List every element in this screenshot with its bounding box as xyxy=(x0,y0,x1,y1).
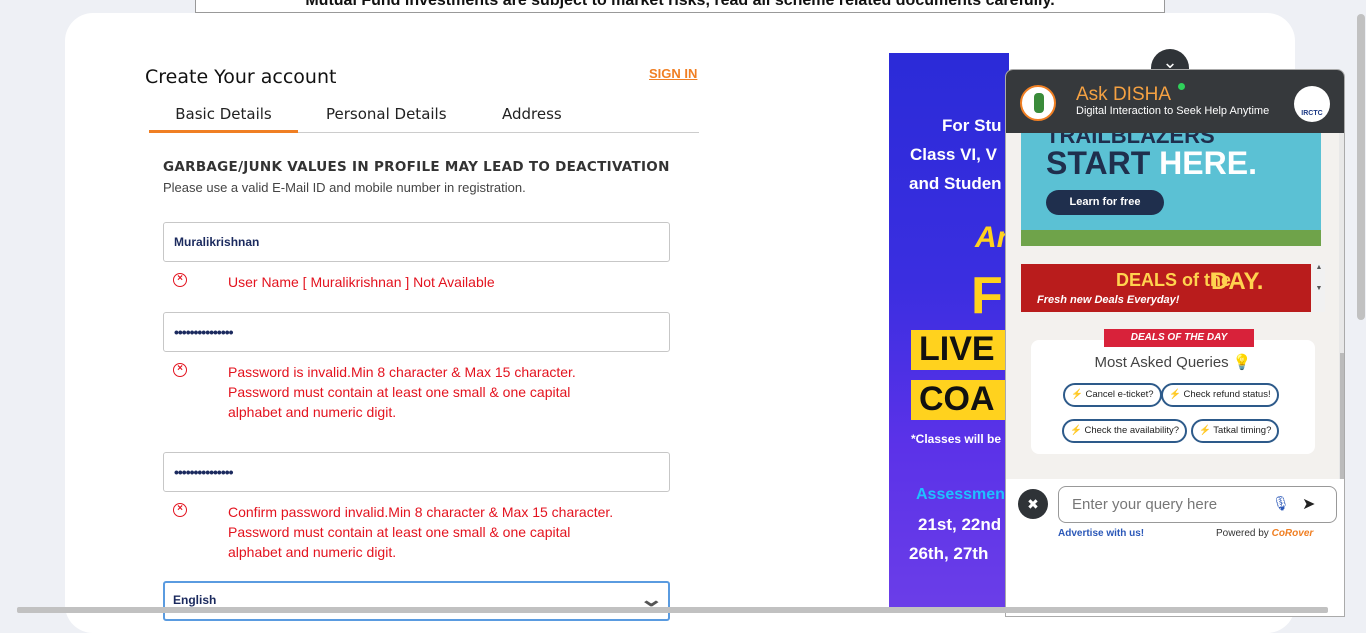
deals-banner[interactable]: DEALS of the DAY. Fresh new Deals Everyd… xyxy=(1021,264,1311,312)
chip-refund-status[interactable]: ⚡ Check refund status! xyxy=(1161,383,1279,407)
confirm-error-line-3: alphabet and numeric digit. xyxy=(228,544,397,560)
close-chat-button[interactable]: ✖ xyxy=(1018,489,1048,519)
ad-script: An xyxy=(975,221,1009,254)
chip-cancel-eticket[interactable]: ⚡ Cancel e-ticket? xyxy=(1063,383,1162,407)
queries-title: Most Asked Queries 💡 xyxy=(1094,354,1252,371)
page-scrollbar[interactable] xyxy=(1357,14,1365,320)
powered-by: Powered by CoRover xyxy=(1216,528,1314,539)
error-icon: × xyxy=(173,363,187,377)
chip-tatkal-timing[interactable]: ⚡ Tatkal timing? xyxy=(1191,419,1280,443)
ad-dates-1: 21st, 22nd xyxy=(918,515,1002,534)
ad-line-1: For Stu xyxy=(942,116,1002,135)
chat-subtitle: Digital Interaction to Seek Help Anytime xyxy=(1076,105,1270,117)
password-error-line-3: alphabet and numeric digit. xyxy=(228,404,397,420)
send-icon[interactable]: ➤ xyxy=(1302,494,1315,514)
disha-logo xyxy=(1020,85,1056,121)
password-error-line-1: Password is invalid.Min 8 character & Ma… xyxy=(228,364,576,380)
warning-title: GARBAGE/JUNK VALUES IN PROFILE MAY LEAD … xyxy=(163,159,670,175)
tab-personal-details[interactable]: Personal Details xyxy=(326,105,447,123)
chat-title: Ask DISHA xyxy=(1076,84,1172,105)
chat-body: TRAILBLAZERS START HERE. Learn for free … xyxy=(1006,133,1344,479)
page-title: Create Your account xyxy=(145,66,337,88)
deals-day: DAY. xyxy=(1211,268,1264,295)
ad-dates-2: 26th, 27th xyxy=(909,544,989,563)
deals-ribbon: DEALS OF THE DAY xyxy=(1104,329,1254,347)
ad-banner[interactable]: For Stu Class VI, V and Studen An F LIVE… xyxy=(889,53,1009,613)
ad-line-3: and Studen xyxy=(909,174,1002,193)
advertise-link[interactable]: Advertise with us! xyxy=(1058,528,1144,539)
username-field[interactable]: Muralikrishnan xyxy=(163,222,670,262)
promo-banner[interactable]: TRAILBLAZERS START HERE. Learn for free xyxy=(1021,133,1321,246)
chat-scrollbar[interactable] xyxy=(1339,133,1344,479)
chip-check-availability[interactable]: ⚡ Check the availability? xyxy=(1062,419,1187,443)
tab-basic-details[interactable]: Basic Details xyxy=(149,105,298,133)
warning-subtitle: Please use a valid E-Mail ID and mobile … xyxy=(163,180,526,195)
ad-big-letter: F xyxy=(971,267,1003,325)
bulb-icon: 💡 xyxy=(1232,354,1252,371)
deals-scrollbar[interactable]: ▲ ▼ xyxy=(1313,264,1325,312)
password-field[interactable]: ••••••••••••••• xyxy=(163,312,670,352)
disclaimer-banner: Mutual Fund investments are subject to m… xyxy=(195,0,1165,13)
online-status-icon xyxy=(1178,83,1185,90)
irctc-logo: IRCTC xyxy=(1294,86,1330,122)
deals-tagline: Fresh new Deals Everyday! xyxy=(1037,294,1180,306)
confirm-password-field[interactable]: ••••••••••••••• xyxy=(163,452,670,492)
ad-assessment: Assessmen xyxy=(916,486,1005,503)
language-value: English xyxy=(173,593,217,607)
form-tabs: Basic Details Personal Details Address xyxy=(149,101,699,133)
confirm-error-line-1: Confirm password invalid.Min 8 character… xyxy=(228,504,614,520)
confirm-error-line-2: Password must contain at least one small… xyxy=(228,524,571,540)
chat-header: Ask DISHA Digital Interaction to Seek He… xyxy=(1006,70,1344,133)
most-asked-queries: Most Asked Queries 💡 ⚡ Cancel e-ticket? … xyxy=(1031,340,1315,454)
tab-address[interactable]: Address xyxy=(502,105,562,123)
promo-headline: START HERE. xyxy=(1046,145,1257,181)
promo-ground xyxy=(1021,230,1321,246)
language-select[interactable]: English ⌄ xyxy=(163,581,670,621)
username-error: User Name [ Muralikrishnan ] Not Availab… xyxy=(228,274,495,290)
learn-free-button[interactable]: Learn for free xyxy=(1046,190,1164,215)
ad-line-2: Class VI, V xyxy=(910,145,997,164)
ad-box-live: LIVE xyxy=(911,330,1009,370)
ad-note: *Classes will be xyxy=(911,432,1002,446)
chat-query-input[interactable]: Enter your query here xyxy=(1058,486,1337,523)
password-error-line-2: Password must contain at least one small… xyxy=(228,384,571,400)
disha-chat-widget: Ask DISHA Digital Interaction to Seek He… xyxy=(1005,69,1345,617)
microphone-icon[interactable]: 🎙 xyxy=(1272,495,1290,513)
error-icon: × xyxy=(173,273,187,287)
ad-box-coa: COA xyxy=(911,380,1009,420)
signin-link[interactable]: SIGN IN xyxy=(649,66,697,81)
horizontal-scrollbar[interactable] xyxy=(17,607,1328,613)
error-icon: × xyxy=(173,503,187,517)
